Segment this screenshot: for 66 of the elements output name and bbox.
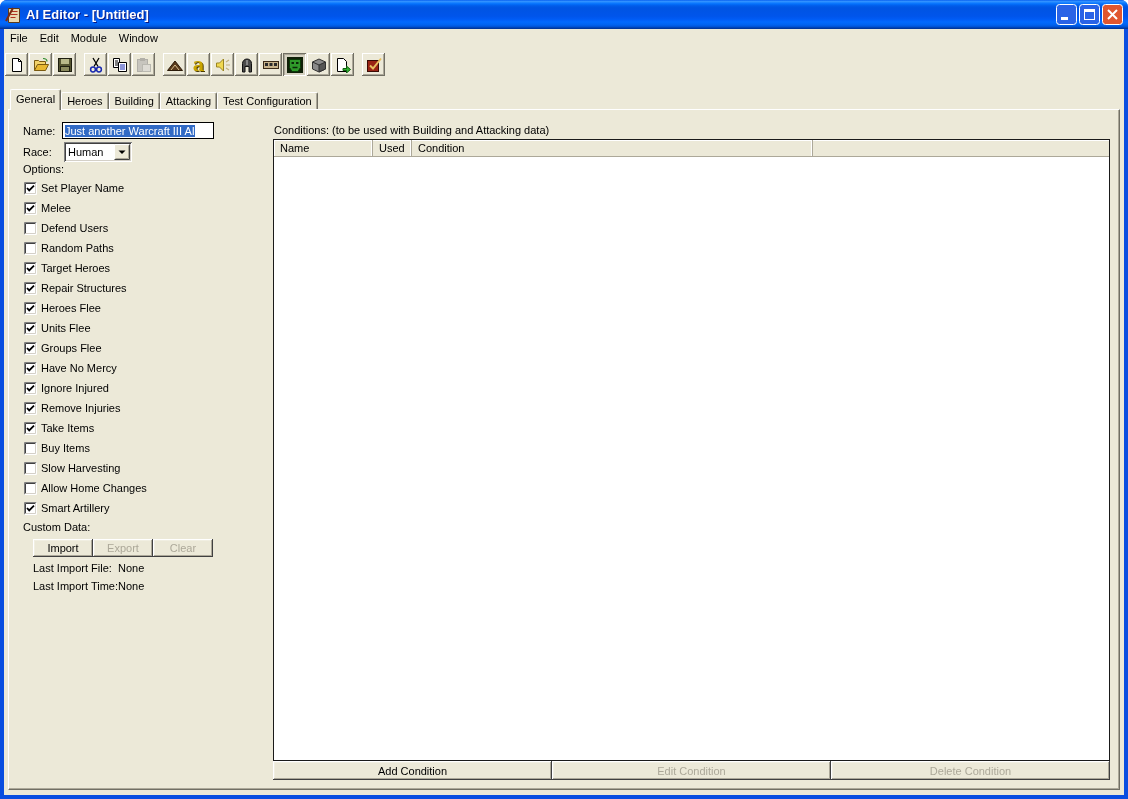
checkbox[interactable] [24, 421, 37, 435]
checkbox-label: Defend Users [41, 222, 109, 234]
info-value: None [118, 561, 145, 575]
list-caption: Conditions: (to be used with Building and Attacking data) [273, 123, 551, 138]
section-label: Options: [23, 163, 65, 176]
menu-item[interactable]: Module [64, 30, 113, 47]
column-header[interactable]: Name [274, 140, 373, 157]
close-icon[interactable] [1102, 4, 1123, 25]
checkbox-label: Slow Harvesting [41, 462, 121, 474]
tab[interactable]: Test Configuration [217, 92, 318, 109]
checkbox[interactable] [24, 481, 37, 495]
field-label: Name: [23, 124, 57, 137]
menu-item[interactable]: File [4, 30, 34, 47]
checkbox-label: Heroes Flee [41, 302, 101, 314]
dropdown-arrow-icon [114, 144, 130, 160]
checkbox-label: Have No Mercy [41, 362, 117, 374]
section-label: Custom Data: [23, 520, 92, 535]
checkbox[interactable] [24, 441, 37, 455]
minimize-icon[interactable] [1056, 4, 1077, 25]
checkbox[interactable] [24, 321, 37, 335]
checkbox[interactable] [24, 361, 37, 375]
checkbox[interactable] [24, 181, 37, 195]
name-field[interactable]: Just another Warcraft III AI [62, 122, 214, 139]
conditions-list[interactable]: Name Used Condition [273, 139, 1110, 761]
checkbox-label: Ignore Injured [41, 382, 109, 394]
checkbox-label: Groups Flee [41, 342, 102, 354]
column-header[interactable]: Used [373, 140, 412, 157]
checkbox[interactable] [24, 461, 37, 475]
tab[interactable]: Building [108, 92, 160, 109]
tab[interactable]: Attacking [159, 92, 217, 109]
checkbox-label: Repair Structures [41, 282, 127, 294]
checkbox[interactable] [24, 201, 37, 215]
checkbox[interactable] [24, 281, 37, 295]
checkbox-label: Remove Injuries [41, 402, 121, 414]
checkbox[interactable] [24, 401, 37, 415]
window-title: AI Editor - [Untitled] [26, 7, 150, 22]
push-button[interactable]: Import [33, 539, 93, 557]
race-dropdown[interactable]: Human [64, 142, 132, 162]
tab[interactable]: General [10, 89, 62, 110]
scroll-icon [5, 5, 23, 24]
checkbox[interactable] [24, 261, 37, 275]
checkbox-label: Buy Items [41, 442, 90, 454]
checkbox-label: Smart Artillery [41, 502, 110, 514]
checkbox-label: Melee [41, 202, 71, 214]
checkbox-label: Set Player Name [41, 182, 125, 194]
info-value: None [118, 579, 145, 593]
checkbox[interactable] [24, 241, 37, 255]
checkbox-label: Take Items [41, 422, 95, 434]
info-label: Last Import File: [33, 561, 113, 575]
checkbox-label: Allow Home Changes [41, 482, 147, 494]
checkbox[interactable] [24, 381, 37, 395]
menu-item[interactable]: Window [112, 30, 164, 47]
maximize-icon[interactable] [1079, 4, 1100, 25]
column-header[interactable]: Condition [412, 140, 813, 157]
checkbox[interactable] [24, 501, 37, 515]
checkbox-label: Target Heroes [41, 262, 111, 274]
checkbox-label: Random Paths [41, 242, 114, 254]
tab[interactable]: Heroes [61, 92, 109, 109]
field-label: Race: [23, 146, 53, 158]
checkbox-label: Units Flee [41, 322, 91, 334]
checkbox[interactable] [24, 341, 37, 355]
menu-item[interactable]: Edit [33, 30, 65, 47]
checkbox[interactable] [24, 221, 37, 235]
checkbox[interactable] [24, 301, 37, 315]
info-label: Last Import Time: [33, 579, 118, 593]
push-button[interactable]: Add Condition [273, 761, 552, 780]
